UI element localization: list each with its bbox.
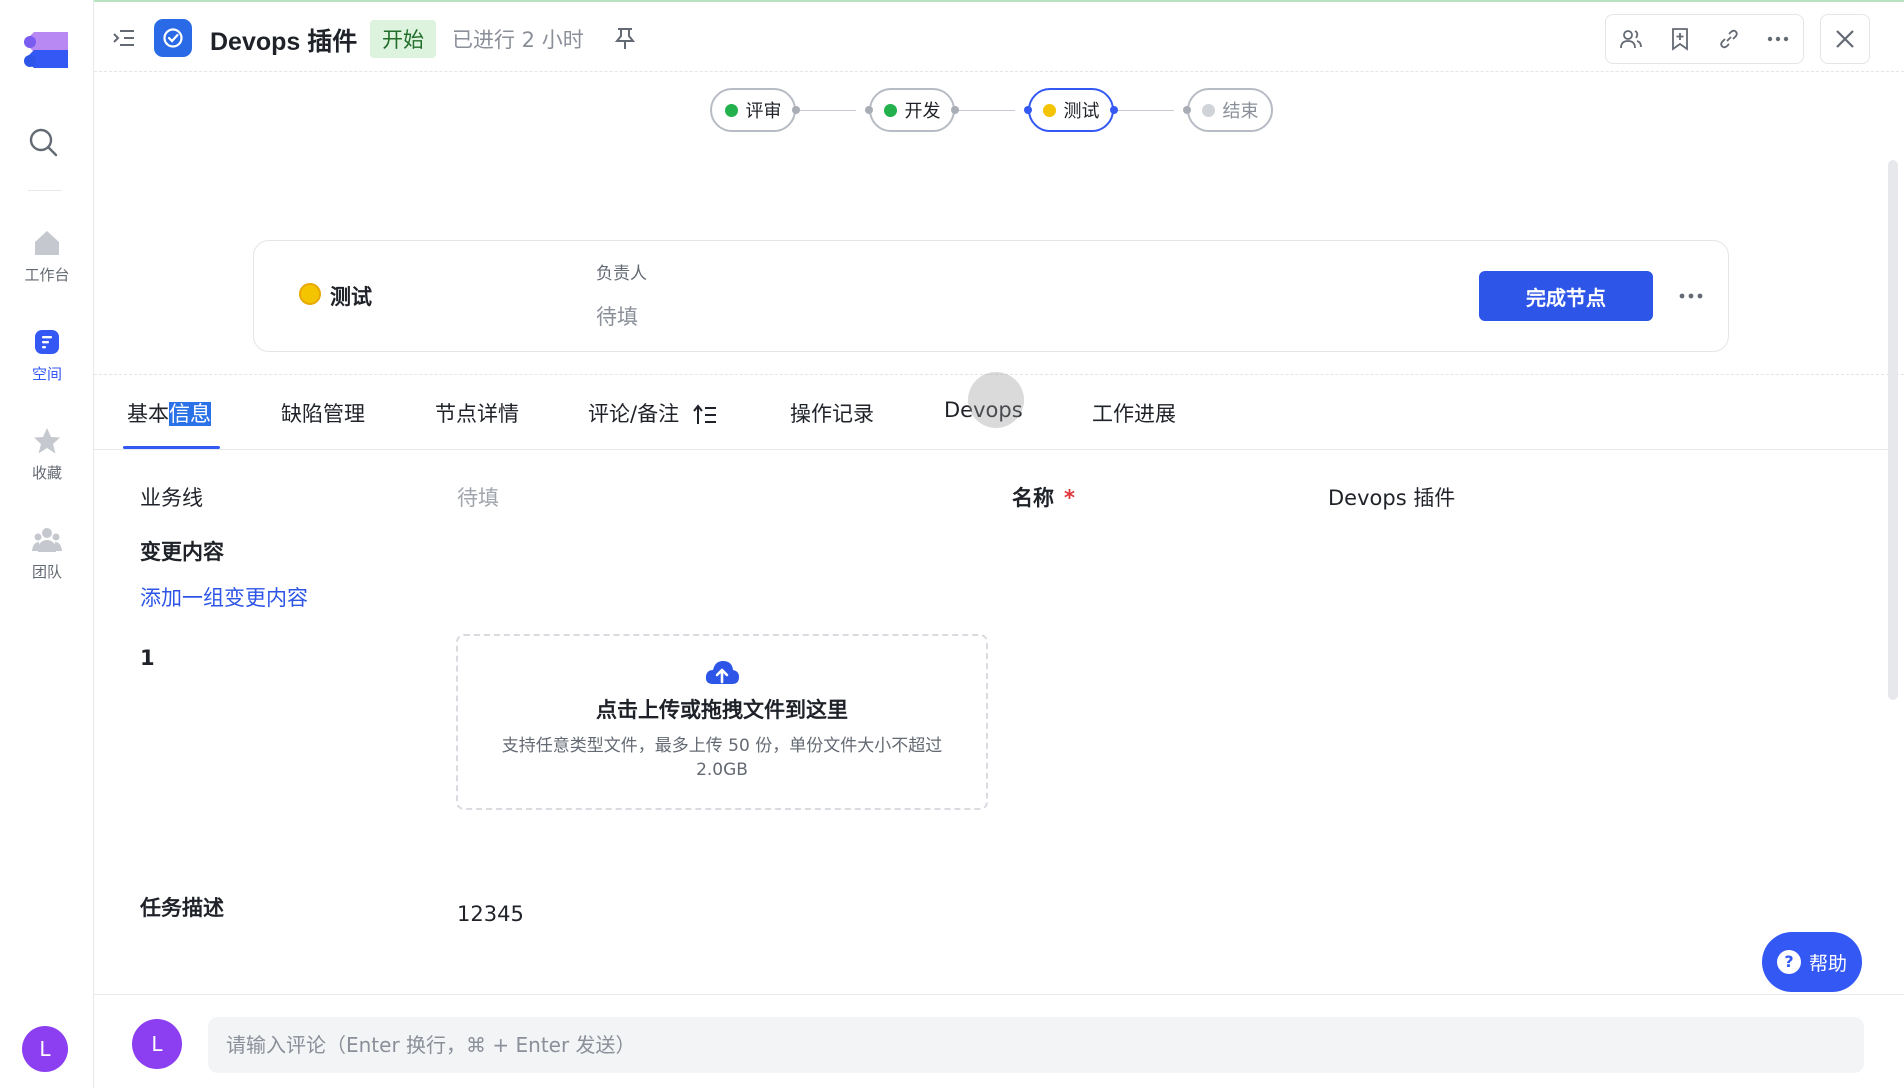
- node-port: [1110, 106, 1118, 114]
- tab-label: 评论/备注: [588, 402, 680, 426]
- tab-label: 基本: [127, 402, 169, 426]
- cursor-highlight: [968, 372, 1024, 428]
- more-icon[interactable]: [1676, 281, 1706, 311]
- business-line-label: 业务线: [140, 486, 203, 510]
- scrollbar[interactable]: [1888, 160, 1898, 700]
- nav-item-space[interactable]: 空间: [0, 327, 94, 384]
- add-change-link[interactable]: 添加一组变更内容: [140, 582, 308, 612]
- tab-defects[interactable]: 缺陷管理: [281, 398, 365, 428]
- task-type-icon: [154, 19, 192, 57]
- file-upload-dropzone[interactable]: 点击上传或拖拽文件到这里 支持任意类型文件，最多上传 50 份，单份文件大小不超…: [456, 634, 988, 810]
- members-button[interactable]: [1606, 15, 1655, 63]
- tab-work-progress[interactable]: 工作进展: [1092, 398, 1176, 428]
- nav-item-team[interactable]: 团队: [0, 525, 94, 582]
- search-icon[interactable]: [27, 126, 59, 158]
- collapse-sidebar-icon[interactable]: [112, 26, 136, 50]
- node-port: [792, 106, 800, 114]
- workflow-node-dev[interactable]: 开发: [869, 88, 955, 132]
- complete-node-button[interactable]: 完成节点: [1479, 271, 1653, 321]
- cloud-upload-icon: [705, 661, 739, 684]
- node-label: 测试: [1063, 101, 1100, 122]
- app-logo-icon[interactable]: [22, 30, 70, 70]
- tab-comments[interactable]: 评论/备注: [588, 398, 717, 428]
- page-title: Devops 插件: [210, 28, 358, 56]
- owner-field[interactable]: 待填: [596, 301, 638, 331]
- workflow-node-end[interactable]: 结束: [1187, 88, 1273, 132]
- help-button[interactable]: ? 帮助: [1762, 932, 1862, 992]
- task-description-field[interactable]: 12345: [457, 902, 524, 926]
- flow-connector: [1112, 110, 1174, 111]
- nav-label-team: 团队: [31, 563, 62, 581]
- change-group-index: 1: [140, 646, 155, 670]
- help-label: 帮助: [1808, 952, 1847, 975]
- comment-input[interactable]: [208, 1017, 1864, 1073]
- space-icon: [35, 330, 59, 354]
- more-button[interactable]: [1753, 15, 1802, 63]
- header-toolbar: [1605, 14, 1804, 64]
- nav-label-favorites: 收藏: [31, 464, 62, 482]
- members-icon: [1619, 30, 1642, 49]
- flow-connector: [953, 110, 1015, 111]
- workflow-diagram: 评审 开发 测试 结束: [94, 72, 1904, 172]
- business-line-field[interactable]: 待填: [457, 482, 499, 512]
- upload-title: 点击上传或拖拽文件到这里: [596, 698, 848, 722]
- star-icon: [34, 428, 60, 454]
- node-port: [951, 106, 959, 114]
- change-content-label: 变更内容: [140, 540, 224, 564]
- workflow-node-test[interactable]: 测试: [1028, 88, 1114, 132]
- page-header: Devops 插件 开始 已进行 2 小时: [94, 2, 1904, 72]
- left-nav: 工作台 空间 收藏 团队 L: [0, 0, 94, 1088]
- user-avatar[interactable]: L: [22, 1026, 68, 1072]
- nav-label-workbench: 工作台: [24, 266, 70, 284]
- node-port: [1183, 106, 1191, 114]
- bookmark-add-icon: [1671, 28, 1688, 51]
- status-badge[interactable]: 开始: [370, 20, 436, 58]
- nav-label-space: 空间: [31, 365, 62, 383]
- node-status-dot: [299, 283, 321, 305]
- nav-divider: [28, 190, 62, 191]
- node-label: 开发: [904, 101, 941, 122]
- bookmark-button[interactable]: [1655, 15, 1704, 63]
- node-label: 评审: [745, 101, 782, 122]
- selected-text: 信息: [169, 402, 211, 426]
- task-description-label: 任务描述: [140, 896, 224, 920]
- active-tab-indicator: [123, 446, 220, 449]
- node-port: [865, 106, 873, 114]
- node-port: [1024, 106, 1032, 114]
- tab-operation-log[interactable]: 操作记录: [790, 398, 874, 428]
- pin-icon[interactable]: [614, 26, 636, 50]
- name-field[interactable]: Devops 插件: [1328, 482, 1455, 512]
- node-card-title: 测试: [330, 285, 372, 309]
- elapsed-time: 已进行 2 小时: [452, 28, 584, 52]
- name-label: 名称 *: [1012, 482, 1075, 512]
- node-status-dot: [883, 103, 897, 117]
- close-icon: [1836, 30, 1854, 48]
- nav-item-favorites[interactable]: 收藏: [0, 426, 94, 483]
- workflow-node-review[interactable]: 评审: [710, 88, 796, 132]
- node-label: 结束: [1222, 101, 1259, 122]
- node-status-dot: [1201, 103, 1215, 117]
- more-icon: [1767, 36, 1788, 42]
- name-label-text: 名称: [1012, 486, 1054, 510]
- required-mark: *: [1064, 486, 1075, 510]
- help-icon: ?: [1776, 950, 1801, 974]
- upload-hint: 支持任意类型文件，最多上传 50 份，单份文件大小不超过 2.0GB: [501, 736, 943, 780]
- node-status-dot: [724, 103, 738, 117]
- tab-node-detail[interactable]: 节点详情: [435, 398, 519, 428]
- copy-link-button[interactable]: [1704, 15, 1753, 63]
- close-button[interactable]: [1820, 14, 1870, 64]
- tab-basic-info[interactable]: 基本信息: [127, 398, 211, 428]
- node-card: 测试 负责人 待填 完成节点: [253, 240, 1729, 352]
- nav-item-workbench[interactable]: 工作台: [0, 228, 94, 285]
- team-icon: [32, 528, 62, 552]
- comment-bar: L: [94, 994, 1904, 1088]
- node-status-dot: [1042, 103, 1056, 117]
- flow-connector: [794, 110, 856, 111]
- home-icon: [35, 231, 59, 255]
- avatar: L: [132, 1019, 182, 1069]
- sort-icon[interactable]: [693, 404, 717, 426]
- owner-label: 负责人: [596, 264, 647, 284]
- link-icon: [1719, 29, 1738, 49]
